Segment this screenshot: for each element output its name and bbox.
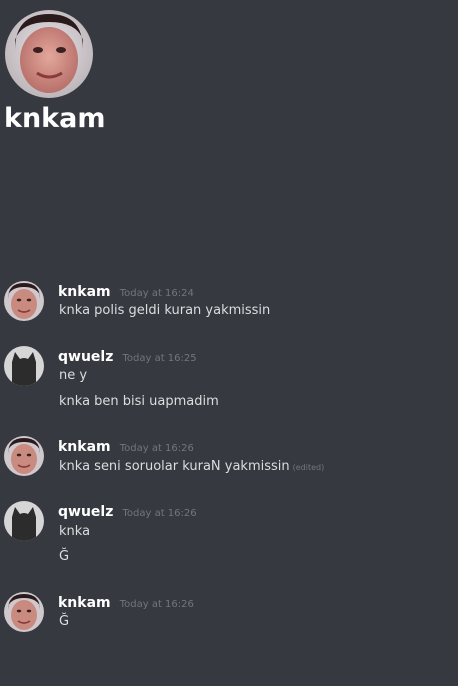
face-photo-avatar-icon xyxy=(4,436,44,476)
message-content: Ğ xyxy=(59,614,70,629)
message-header: knkam Today at 16:24 xyxy=(58,281,194,301)
user-avatar[interactable] xyxy=(4,346,44,386)
message-text: knka xyxy=(59,522,90,542)
message-text: ne y xyxy=(59,366,87,386)
message-text: knka seni soruolar kuraN yakmissin (edite… xyxy=(59,457,324,478)
username[interactable]: knkam xyxy=(58,284,111,300)
timestamp: Today at 16:25 xyxy=(122,353,197,364)
user-avatar[interactable] xyxy=(4,281,44,321)
timestamp: Today at 16:26 xyxy=(119,443,194,454)
face-photo-avatar-icon xyxy=(4,592,44,632)
message-content: knka xyxy=(59,524,91,539)
message-text: knka polis geldi kuran yakmissin xyxy=(59,301,270,321)
timestamp: Today at 16:24 xyxy=(119,288,194,299)
username[interactable]: qwuelz xyxy=(58,504,113,520)
timestamp: Today at 16:26 xyxy=(119,599,194,610)
message-header: knkam Today at 16:26 xyxy=(58,592,194,612)
face-photo-avatar-icon xyxy=(5,10,93,98)
message-text: Ğ xyxy=(59,612,69,632)
edited-label: (edited) xyxy=(292,463,325,472)
timestamp: Today at 16:26 xyxy=(122,508,197,519)
message-content: knka seni soruolar kuraN yakmissin xyxy=(59,459,290,474)
username[interactable]: knkam xyxy=(58,595,111,611)
message-text: knka ben bisi uapmadim xyxy=(59,392,219,412)
message-content: Ğ xyxy=(59,549,70,564)
channel-title: knkam xyxy=(4,103,106,134)
user-avatar[interactable] xyxy=(4,592,44,632)
dm-channel-view: knkam knkam Today at 16:24 knka polis ge… xyxy=(0,0,458,686)
username[interactable]: qwuelz xyxy=(58,349,113,365)
message-content: knka ben bisi uapmadim xyxy=(59,394,219,409)
message-content: knka polis geldi kuran yakmissin xyxy=(59,303,271,318)
user-avatar[interactable] xyxy=(4,436,44,476)
message-content: ne y xyxy=(59,368,88,383)
user-avatar[interactable] xyxy=(4,501,44,541)
channel-avatar[interactable] xyxy=(5,10,93,98)
message-header: qwuelz Today at 16:25 xyxy=(58,346,197,366)
message-header: qwuelz Today at 16:26 xyxy=(58,501,197,521)
username[interactable]: knkam xyxy=(58,439,111,455)
cat-silhouette-avatar-icon xyxy=(4,501,44,541)
message-text: Ğ xyxy=(59,547,69,567)
face-photo-avatar-icon xyxy=(4,281,44,321)
cat-silhouette-avatar-icon xyxy=(4,346,44,386)
message-header: knkam Today at 16:26 xyxy=(58,436,194,456)
